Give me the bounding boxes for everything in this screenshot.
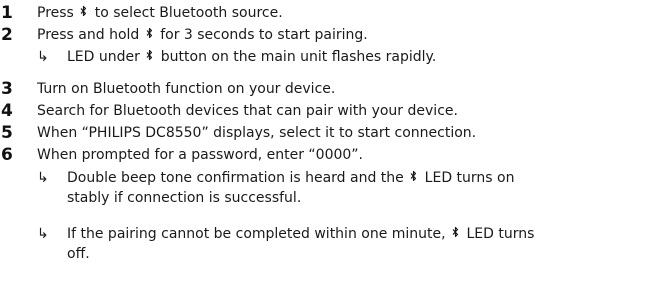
- step-text: When “PHILIPS DC8550” displays, select i…: [37, 125, 477, 141]
- step-text: Press to select Bluetooth source.: [37, 5, 283, 21]
- step-number: 1: [1, 3, 13, 23]
- step-text: When prompted for a password, enter “000…: [37, 147, 363, 163]
- bluetooth-icon: [410, 170, 417, 182]
- instruction-list: 1 Press to select Bluetooth source. 2 Pr…: [0, 0, 648, 307]
- step-6: 6 When prompted for a password, enter “0…: [0, 145, 648, 167]
- arrow-icon: ↳: [37, 170, 49, 186]
- bluetooth-icon: [146, 49, 153, 61]
- arrow-icon: ↳: [37, 226, 49, 242]
- step-1: 1 Press to select Bluetooth source.: [0, 3, 648, 25]
- step-5: 5 When “PHILIPS DC8550” displays, select…: [0, 123, 648, 145]
- bluetooth-icon: [80, 5, 87, 17]
- step-number: 5: [1, 123, 13, 143]
- arrow-icon: ↳: [37, 49, 49, 65]
- result-text: Double beep tone confirmation is heard a…: [67, 170, 515, 206]
- step-number: 4: [1, 101, 13, 121]
- step-text: Press and hold for 3 seconds to start pa…: [37, 27, 368, 43]
- step-text: Search for Bluetooth devices that can pa…: [37, 103, 458, 119]
- step-number: 6: [1, 145, 13, 165]
- result-item: ↳ If the pairing cannot be completed wit…: [37, 224, 637, 268]
- step-number: 3: [1, 79, 13, 99]
- bluetooth-icon: [452, 226, 459, 238]
- result-item: ↳ Double beep tone confirmation is heard…: [37, 168, 637, 212]
- step-text: Turn on Bluetooth function on your devic…: [37, 81, 336, 97]
- step-3: 3 Turn on Bluetooth function on your dev…: [0, 79, 648, 101]
- step-2: 2 Press and hold for 3 seconds to start …: [0, 25, 648, 47]
- step-number: 2: [1, 25, 13, 45]
- bluetooth-icon: [146, 27, 152, 39]
- result-text: If the pairing cannot be completed withi…: [67, 226, 535, 262]
- result-text: LED under button on the main unit flashe…: [67, 49, 437, 65]
- step-4: 4 Search for Bluetooth devices that can …: [0, 101, 648, 123]
- result-item: ↳ LED under button on the main unit flas…: [37, 47, 637, 69]
